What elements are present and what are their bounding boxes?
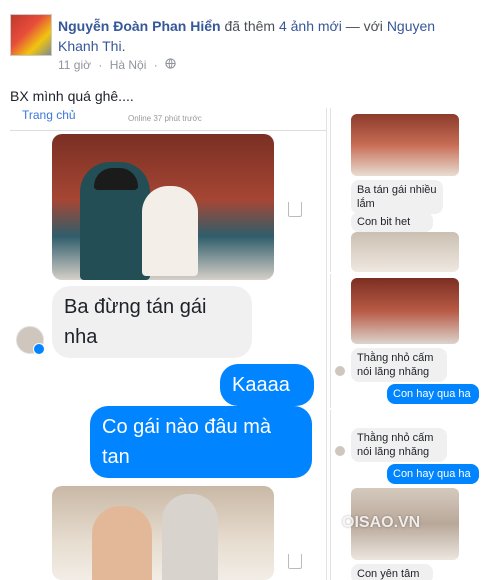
mini-avatar [335,366,345,376]
message-bubble-incoming: Ba đừng tán gái nha [52,286,252,358]
mini-bubble-incoming: Con bit het [351,212,433,232]
author-name[interactable]: Nguyễn Đoàn Phan Hiển [58,18,221,34]
photos-link[interactable]: 4 ảnh mới [279,18,342,34]
post-caption: BX mình quá ghê.... [10,88,134,104]
meta-separator: · [153,58,158,72]
screenshot-column: Ba tán gái nhiều lắm Con bit het Thằng n… [330,108,498,580]
hat-shape [94,168,138,190]
message-bubble-outgoing: Kaaaa [220,364,314,406]
messenger-screenshot-small-2[interactable]: Thằng nhỏ cấm nói lăng nhăng Con hay qua… [330,274,498,408]
messenger-screenshot-small-3[interactable]: Thằng nhỏ cấm nói lăng nhăng Con hay qua… [330,410,498,580]
mini-photo [351,278,459,344]
share-icon [288,554,302,569]
share-icon [288,202,302,217]
meta-separator: · [98,58,103,72]
mini-bubble-outgoing: Con hay qua ha [387,384,479,404]
site-watermark: OISAO.VN [342,514,421,531]
mini-bubble-incoming: Thằng nhỏ cấm nói lăng nhăng [351,348,447,382]
child-figure [162,494,218,580]
messenger-screenshot-large[interactable]: Trang chủ Online 37 phút trước Ba đừng t… [10,108,327,580]
post-location[interactable]: Hà Nội [110,58,147,72]
mini-bubble-incoming: Ba tán gái nhiều lắm [351,180,443,214]
chat-photo-mother-son [52,486,274,580]
headline-period: . [121,38,126,54]
message-bubble-outgoing: Co gái nào đâu mà tan [90,406,312,478]
post-headline: Nguyễn Đoàn Phan Hiển đã thêm 4 ảnh mới … [58,16,478,56]
chat-topbar: Trang chủ Online 37 phút trước [10,108,326,131]
messenger-badge-icon [33,343,45,355]
back-label: Trang chủ [22,108,76,122]
author-avatar[interactable] [10,14,52,56]
mini-bubble-outgoing: Con hay qua ha [387,464,479,484]
with-text: — với [341,18,387,34]
child-figure [142,186,198,276]
mini-photo [351,232,459,272]
messenger-screenshot-small-1[interactable]: Ba tán gái nhiều lắm Con bit het [330,108,498,272]
mini-avatar [335,446,345,456]
chat-photo-father-son [52,134,274,280]
sender-avatar [16,326,45,355]
post-header: Nguyễn Đoàn Phan Hiển đã thêm 4 ảnh mới … [0,0,498,80]
post-meta: 11 giờ · Hà Nội · [58,58,180,72]
action-text: đã thêm [220,18,279,34]
person-figure [92,506,152,580]
mini-photo [351,114,459,176]
mini-bubble-incoming: Con yên tâm [351,564,433,580]
mini-bubble-incoming: Thằng nhỏ cấm nói lăng nhăng [351,428,447,462]
post-time[interactable]: 11 giờ [58,58,91,72]
globe-icon[interactable] [165,58,176,72]
online-status: Online 37 phút trước [128,114,202,123]
